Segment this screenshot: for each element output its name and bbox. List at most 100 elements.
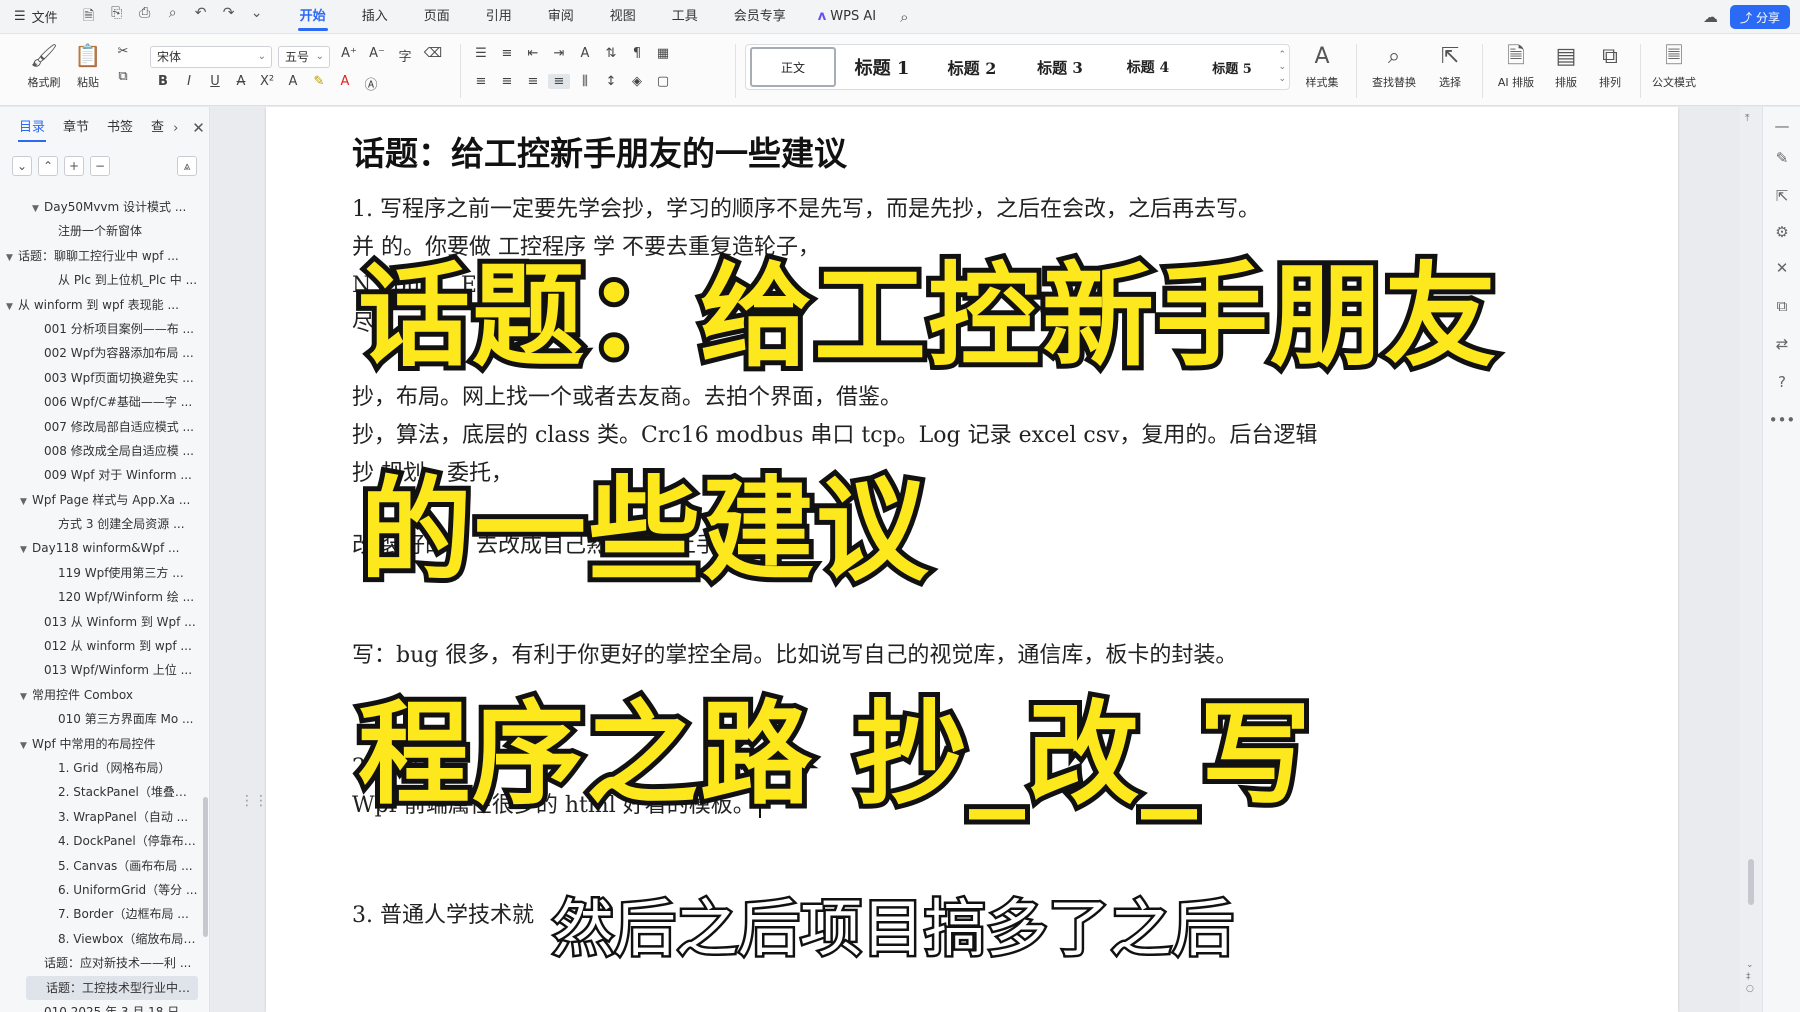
tab-reference[interactable]: 引用 xyxy=(468,0,530,34)
arrange-button[interactable]: ⧉ 排列 xyxy=(1584,42,1636,90)
toc-item[interactable]: 话题：工控技术型行业中 ... xyxy=(26,975,198,1000)
share-button[interactable]: ⤴ 分享 xyxy=(1729,5,1790,29)
expand-triangle-icon[interactable]: ▼ xyxy=(20,538,32,560)
print-preview-icon[interactable]: ⌕ xyxy=(162,5,184,29)
toc-item[interactable]: 001 分析项目案例——布 ... xyxy=(0,317,204,341)
translate-icon[interactable]: ⧉ xyxy=(1763,297,1800,315)
toc-item[interactable]: ▼ 常用控件 Combox xyxy=(0,683,204,707)
style-set-button[interactable]: A 样式集 xyxy=(1296,42,1348,90)
toc-item[interactable]: 120 Wpf/Winform 绘 ... xyxy=(0,585,204,609)
style-heading-1[interactable]: 标题 1 xyxy=(836,47,928,87)
toc-item[interactable]: 3. WrapPanel（自动 ... xyxy=(0,805,204,829)
tab-home[interactable]: 开始 xyxy=(282,0,344,34)
redo-icon[interactable]: ↷ xyxy=(218,5,240,29)
chevron-down-icon[interactable]: ⌄ xyxy=(246,5,268,29)
more-icon[interactable]: ••• xyxy=(1763,411,1800,429)
phonetic-guide-icon[interactable]: 字 xyxy=(394,46,416,65)
align-justify-icon[interactable]: ≡ xyxy=(548,74,570,89)
tab-tools[interactable]: 工具 xyxy=(654,0,716,34)
toc-item[interactable]: 012 从 winform 到 wpf ... xyxy=(0,634,204,658)
select-button[interactable]: ⇱ 选择 xyxy=(1424,42,1476,90)
distributed-icon[interactable]: ⫼ xyxy=(574,74,596,89)
chinese-layout-icon[interactable]: A xyxy=(574,46,596,61)
tab-bookmarks[interactable]: 书签 xyxy=(98,107,142,149)
find-replace-button[interactable]: ⌕ 查找替换 xyxy=(1368,42,1420,90)
toc-item[interactable]: 1. Grid（网格布局） xyxy=(0,756,204,780)
expand-icon[interactable]: ⌃ xyxy=(38,156,58,176)
bullets-icon[interactable]: ☰ xyxy=(470,46,492,61)
tab-find[interactable]: 查 xyxy=(142,107,173,149)
table-icon[interactable]: ▦ xyxy=(652,46,674,61)
show-marks-icon[interactable]: ¶ xyxy=(626,46,648,61)
share-icon[interactable]: ⇄ xyxy=(1763,335,1800,353)
style-heading-5[interactable]: 标题 5 xyxy=(1192,47,1272,87)
toc-item[interactable]: 013 从 Winform 到 Wpf ... xyxy=(0,610,204,634)
toc-item[interactable]: 8. Viewbox（缩放布局 ... xyxy=(0,927,204,951)
bold-icon[interactable]: B xyxy=(152,74,174,93)
style-normal[interactable]: 正文 xyxy=(750,47,836,87)
expand-triangle-icon[interactable]: ▼ xyxy=(6,246,18,268)
undo-icon[interactable]: ↶ xyxy=(190,5,212,29)
adjust-icon[interactable]: ⚙ xyxy=(1763,223,1800,241)
toc-item[interactable]: 009 Wpf 对于 Winform ... xyxy=(0,463,204,487)
toc-item[interactable]: 010 第三方界面库 Mo ... xyxy=(0,707,204,731)
export-pdf-icon[interactable]: ⎘ xyxy=(106,5,128,29)
shrink-font-icon[interactable]: A⁻ xyxy=(366,46,388,65)
pen-icon[interactable]: ✎ xyxy=(1763,149,1800,167)
font-color-icon[interactable]: A xyxy=(334,74,356,93)
print-icon[interactable]: ⎙ xyxy=(134,5,156,29)
ai-layout-button[interactable]: 🗎 AI 排版 xyxy=(1490,42,1542,90)
italic-icon[interactable]: I xyxy=(178,74,200,93)
align-left-icon[interactable]: ≡ xyxy=(470,74,492,89)
toc-item[interactable]: 从 Plc 到上位机_Plc 中 ... xyxy=(0,268,204,292)
toc-item[interactable]: 119 Wpf使用第三方 ... xyxy=(0,561,204,585)
char-border-icon[interactable]: Ⓐ xyxy=(360,74,382,93)
expand-triangle-icon[interactable]: ▼ xyxy=(32,197,44,219)
tab-review[interactable]: 审阅 xyxy=(530,0,592,34)
expand-triangle-icon[interactable]: ▼ xyxy=(20,734,32,756)
shading-icon[interactable]: ◈ xyxy=(626,74,648,89)
file-menu[interactable]: ☰ 文件 xyxy=(0,0,70,34)
toc-item[interactable]: ▼ Wpf 中常用的布局控件 xyxy=(0,732,204,756)
cut-icon[interactable]: ✂ xyxy=(112,44,134,59)
style-gallery-scroll[interactable]: ⌃ ⌄ ⌄ xyxy=(1278,49,1286,85)
char-shading-icon[interactable]: A xyxy=(282,74,304,93)
clear-format-icon[interactable]: ⌫ xyxy=(422,46,444,65)
line-spacing-icon[interactable]: ↕ xyxy=(600,74,622,89)
increase-indent-icon[interactable]: ⇥ xyxy=(548,46,570,61)
toc-item[interactable]: 4. DockPanel（停靠布 ... xyxy=(0,829,204,853)
toc-scrollbar[interactable] xyxy=(203,797,208,937)
chevron-right-icon[interactable]: › xyxy=(173,121,178,136)
help-icon[interactable]: ? xyxy=(1763,373,1800,391)
drag-handle-icon[interactable]: ⋮⋮ xyxy=(240,793,268,809)
toc-settings-icon[interactable]: ⩓ xyxy=(177,156,197,176)
toc-item[interactable]: 008 修改成全局自适应模 ... xyxy=(0,439,204,463)
expand-triangle-icon[interactable]: ▼ xyxy=(20,490,32,512)
scroll-up-icon[interactable]: ⤒ xyxy=(1745,113,1749,124)
toc-item[interactable]: ▼ Day118 winform&Wpf ... xyxy=(0,536,204,560)
toc-item[interactable]: ▼ 从 winform 到 wpf 表现能 ... xyxy=(0,293,204,317)
borders-icon[interactable]: ▢ xyxy=(652,74,674,89)
search-icon[interactable]: ⌕ xyxy=(890,8,918,26)
tools-icon[interactable]: ✕ xyxy=(1763,259,1800,277)
decrease-indent-icon[interactable]: ⇤ xyxy=(522,46,544,61)
collapse-icon[interactable]: ⌄ xyxy=(12,156,32,176)
style-heading-2[interactable]: 标题 2 xyxy=(928,47,1016,87)
highlight-icon[interactable]: ✎ xyxy=(308,74,330,93)
minimize-panel-icon[interactable]: — xyxy=(1763,117,1800,135)
tab-toc[interactable]: 目录 xyxy=(10,107,54,149)
paste-button[interactable]: 📋 粘贴 xyxy=(62,42,114,90)
style-heading-3[interactable]: 标题 3 xyxy=(1016,47,1104,87)
underline-icon[interactable]: U xyxy=(204,74,226,93)
toc-item[interactable]: 007 修改局部自适应模式 ... xyxy=(0,415,204,439)
toc-item[interactable]: ▼ Wpf Page 样式与 App.Xa ... xyxy=(0,488,204,512)
font-name-select[interactable]: 宋体 ⌄ xyxy=(150,46,272,68)
wps-ai-button[interactable]: ᴧ WPS AI xyxy=(804,9,890,24)
official-mode-button[interactable]: 🗏 公文模式 xyxy=(1648,42,1700,90)
toc-item[interactable]: 话题：应对新技术——利 ... xyxy=(0,951,204,975)
sort-icon[interactable]: ⇅ xyxy=(600,46,622,61)
page-nav-icons[interactable]: ⌄ ‡ ○ xyxy=(1746,959,1754,995)
toc-item[interactable]: 013 Wpf/Winform 上位 ... xyxy=(0,658,204,682)
document-scrollbar[interactable]: ⤒ ⌄ ‡ ○ xyxy=(1740,107,1762,1012)
add-heading-icon[interactable]: + xyxy=(64,156,84,176)
